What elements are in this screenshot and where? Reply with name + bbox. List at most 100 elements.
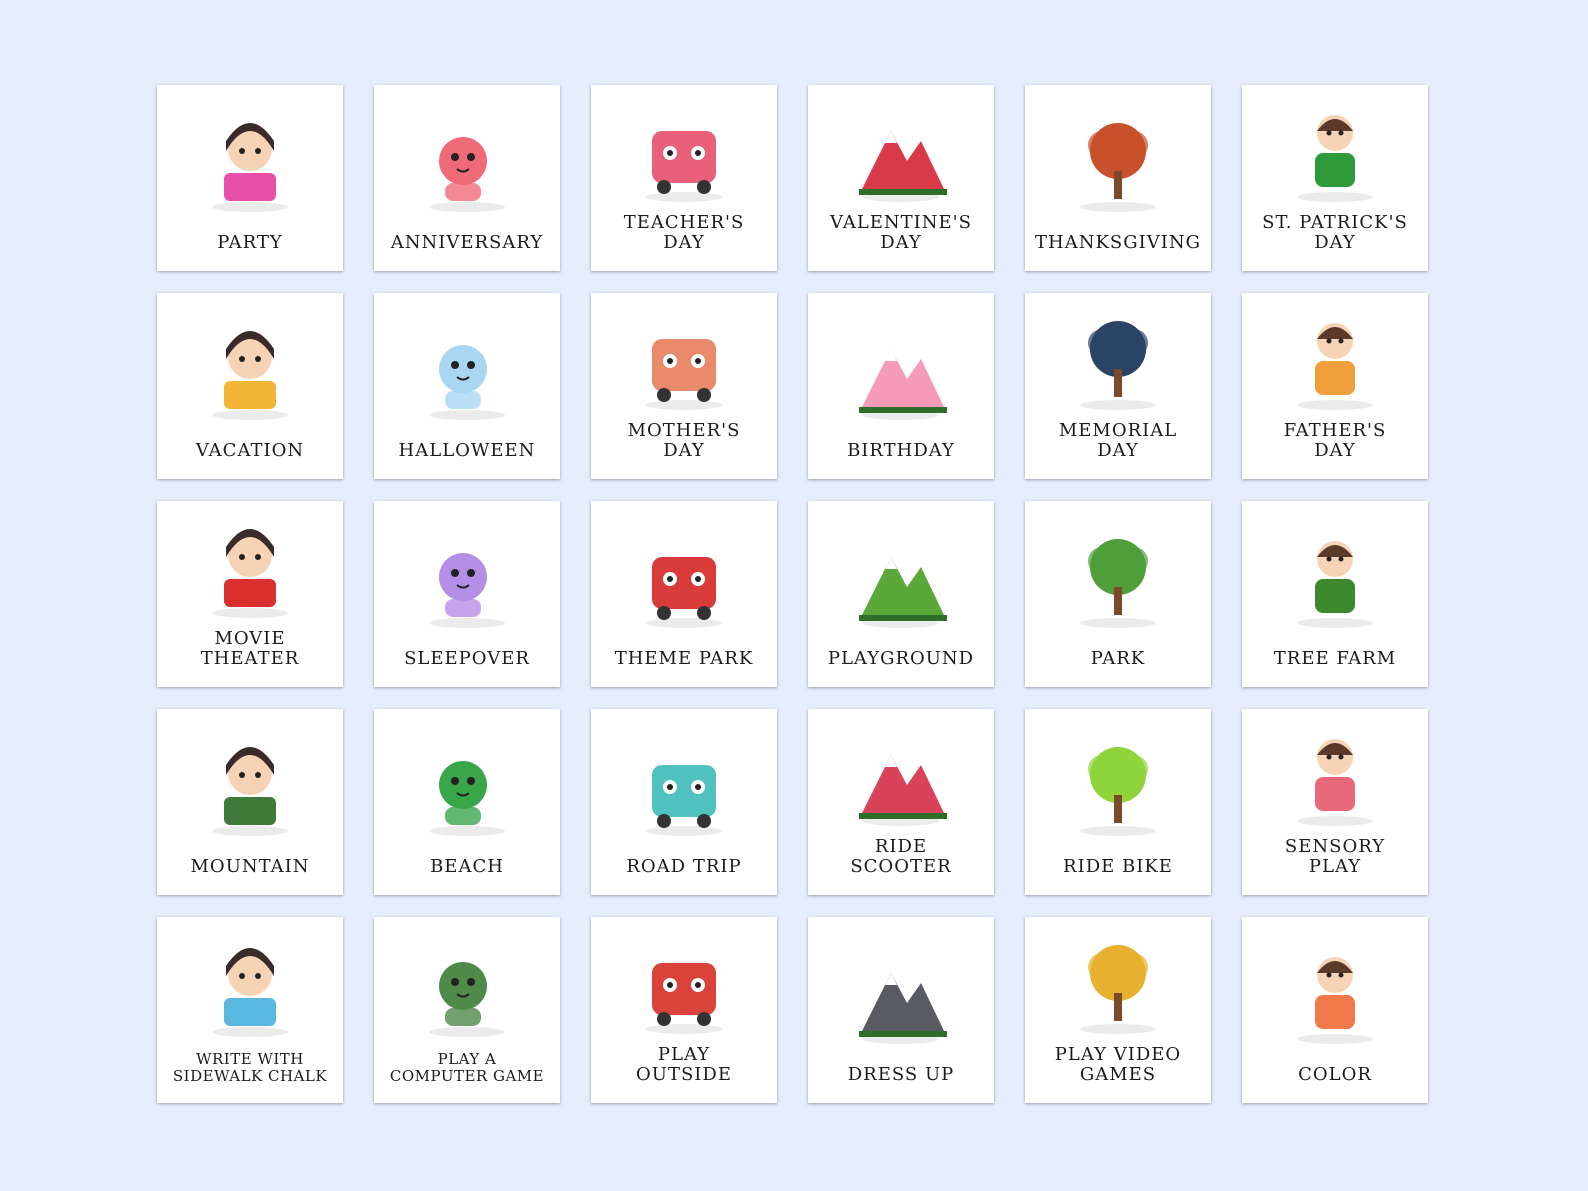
activity-card[interactable]: BIRTHDAY xyxy=(808,293,994,479)
activity-card[interactable]: TEACHER'S DAY xyxy=(591,85,777,271)
dj-girl-icon xyxy=(212,123,288,212)
dj-girl-icon xyxy=(157,85,343,229)
ferris-wheel-icon xyxy=(646,557,722,628)
card-label: MEMORIAL DAY xyxy=(1058,420,1178,461)
activity-card[interactable]: WRITE WITH SIDEWALK CHALK xyxy=(157,917,343,1103)
card-label: FATHER'S DAY xyxy=(1283,420,1387,461)
kitten-balloon-icon xyxy=(374,85,560,229)
card-label: HALLOWEEN xyxy=(398,440,536,461)
mother-children-icon xyxy=(646,339,722,410)
scooter-kid-icon xyxy=(859,755,947,826)
card-label: TEACHER'S DAY xyxy=(623,212,745,253)
activity-card[interactable]: PLAY VIDEO GAMES xyxy=(1025,917,1211,1103)
card-label: SENSORY PLAY xyxy=(1284,836,1386,877)
palm-beach-icon xyxy=(429,761,505,836)
card-label: PARK xyxy=(1090,648,1146,669)
soldier-salute-icon xyxy=(1080,321,1156,410)
activity-card[interactable]: PARK xyxy=(1025,501,1211,687)
activity-card[interactable]: THANKSGIVING xyxy=(1025,85,1211,271)
camper-van-icon xyxy=(646,765,722,836)
card-label: TREE FARM xyxy=(1273,648,1397,669)
leprechaun-icon xyxy=(1297,115,1373,202)
video-gamer-icon xyxy=(1025,917,1211,1041)
mother-children-icon xyxy=(591,293,777,417)
activity-card[interactable]: MOUNTAIN xyxy=(157,709,343,895)
activity-card[interactable]: FATHER'S DAY xyxy=(1242,293,1428,479)
crayon-cup-icon xyxy=(1297,957,1373,1044)
rainbow-clouds-icon xyxy=(429,553,505,628)
umbrella-cat-icon xyxy=(212,331,288,420)
card-label: THEME PARK xyxy=(614,648,754,669)
turkey-icon xyxy=(1025,85,1211,229)
ferris-wheel-icon xyxy=(591,501,777,645)
popcorn-clapper-icon xyxy=(157,501,343,625)
bicycle-icon xyxy=(1080,747,1156,836)
cat-rose-icon xyxy=(859,131,947,202)
card-label: SLEEPOVER xyxy=(404,648,530,669)
card-label: PLAY A COMPUTER GAME xyxy=(389,1050,545,1085)
card-label: PARTY xyxy=(217,232,283,253)
scooter-kid-icon xyxy=(808,709,994,833)
card-label: VALENTINE'S DAY xyxy=(830,212,972,253)
activity-card[interactable]: VACATION xyxy=(157,293,343,479)
crayon-cup-icon xyxy=(1242,917,1428,1061)
gamer-computer-icon xyxy=(429,962,505,1037)
card-label: RIDE BIKE xyxy=(1063,856,1173,877)
palm-beach-icon xyxy=(374,709,560,853)
activity-card[interactable]: SENSORY PLAY xyxy=(1242,709,1428,895)
activity-card[interactable]: PLAY A COMPUTER GAME xyxy=(374,917,560,1103)
cake-icon xyxy=(808,293,994,437)
activity-card[interactable]: ST. PATRICK'S DAY xyxy=(1242,85,1428,271)
sensory-table-icon xyxy=(1297,739,1373,826)
activity-card[interactable]: RIDE SCOOTER xyxy=(808,709,994,895)
activity-card[interactable]: TREE FARM xyxy=(1242,501,1428,687)
activity-card[interactable]: VALENTINE'S DAY xyxy=(808,85,994,271)
activity-card[interactable]: SLEEPOVER xyxy=(374,501,560,687)
card-label: BIRTHDAY xyxy=(847,440,955,461)
bunny-slide-icon xyxy=(646,963,722,1034)
activity-card[interactable]: MOTHER'S DAY xyxy=(591,293,777,479)
playground-icon xyxy=(808,501,994,645)
activity-card[interactable]: MEMORIAL DAY xyxy=(1025,293,1211,479)
activity-card[interactable]: RIDE BIKE xyxy=(1025,709,1211,895)
turkey-icon xyxy=(1080,123,1156,212)
park-tree-icon xyxy=(1025,501,1211,645)
activity-card[interactable]: DRESS UP xyxy=(808,917,994,1103)
father-son-icon xyxy=(1242,293,1428,417)
activity-card[interactable]: MOVIE THEATER xyxy=(157,501,343,687)
activity-card[interactable]: PLAY OUTSIDE xyxy=(591,917,777,1103)
card-label: PLAY VIDEO GAMES xyxy=(1054,1044,1182,1085)
card-label: THANKSGIVING xyxy=(1035,232,1201,253)
ghost-icon xyxy=(374,293,560,437)
card-label: MOUNTAIN xyxy=(190,856,310,877)
activity-card[interactable]: PARTY xyxy=(157,85,343,271)
park-tree-icon xyxy=(1080,539,1156,628)
card-label: RIDE SCOOTER xyxy=(850,836,952,877)
rainbow-clouds-icon xyxy=(374,501,560,645)
activity-card[interactable]: HALLOWEEN xyxy=(374,293,560,479)
sensory-table-icon xyxy=(1242,709,1428,833)
kitten-balloon-icon xyxy=(429,137,505,212)
business-girl-icon xyxy=(859,973,947,1044)
video-gamer-icon xyxy=(1080,945,1156,1034)
umbrella-cat-icon xyxy=(157,293,343,437)
apple-tree-icon xyxy=(1242,501,1428,645)
activity-card[interactable]: ROAD TRIP xyxy=(591,709,777,895)
bunny-slide-icon xyxy=(591,917,777,1041)
father-son-icon xyxy=(1297,323,1373,410)
activity-card[interactable]: ANNIVERSARY xyxy=(374,85,560,271)
card-label: MOVIE THEATER xyxy=(200,628,300,669)
activity-card[interactable]: COLOR xyxy=(1242,917,1428,1103)
activity-card[interactable]: PLAYGROUND xyxy=(808,501,994,687)
cake-icon xyxy=(859,349,947,420)
card-label: BEACH xyxy=(430,856,504,877)
ghost-icon xyxy=(429,345,505,420)
card-label: ROAD TRIP xyxy=(626,856,742,877)
camper-van-icon xyxy=(591,709,777,853)
activity-card[interactable]: BEACH xyxy=(374,709,560,895)
activity-card[interactable]: THEME PARK xyxy=(591,501,777,687)
card-label: VACATION xyxy=(195,440,305,461)
chalk-bucket-icon xyxy=(212,948,288,1037)
playground-icon xyxy=(859,557,947,628)
teacher-icon xyxy=(646,131,722,202)
